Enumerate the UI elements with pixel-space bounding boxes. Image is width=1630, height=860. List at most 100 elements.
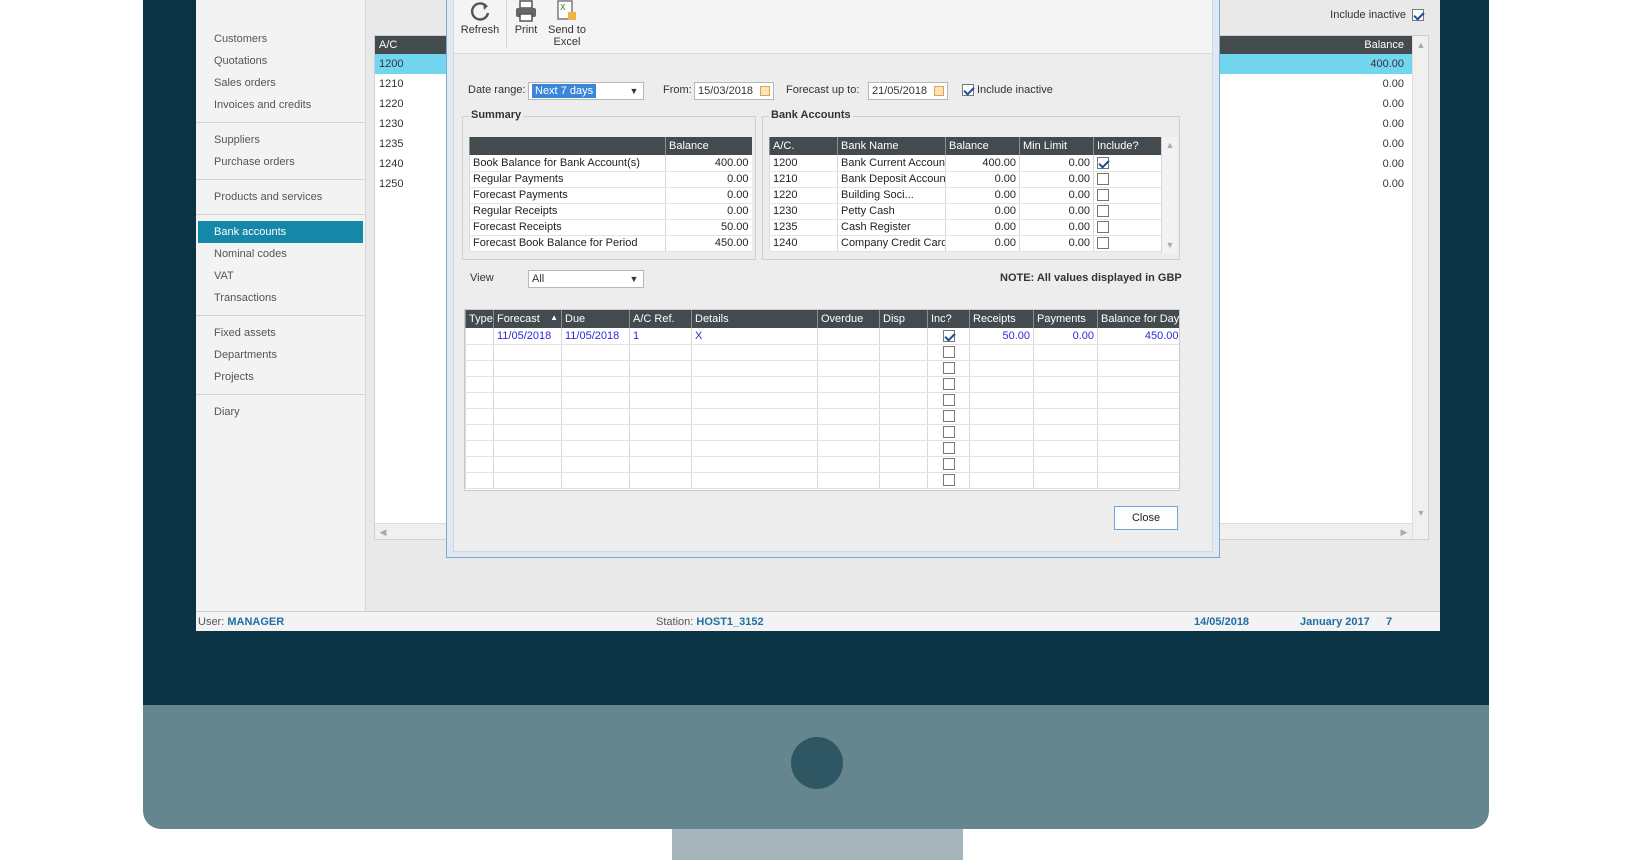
empty-cell[interactable]: [1033, 424, 1098, 441]
empty-cell[interactable]: [817, 360, 880, 377]
forecast-header-receipts[interactable]: Receipts: [969, 310, 1034, 328]
empty-cell[interactable]: [817, 424, 880, 441]
scroll-left-icon[interactable]: ◀: [375, 524, 391, 540]
empty-cell[interactable]: [465, 456, 494, 473]
forecast-header-due[interactable]: Due: [561, 310, 630, 328]
empty-cell[interactable]: [691, 392, 818, 409]
empty-cell[interactable]: [629, 360, 692, 377]
table-row[interactable]: 1200 Bank Current Account 400.00 0.00: [769, 155, 1162, 172]
empty-cell[interactable]: [1097, 440, 1179, 457]
inc-checkbox[interactable]: [942, 410, 955, 423]
empty-cell[interactable]: [817, 392, 880, 409]
forecast-date-input[interactable]: 21/05/2018: [868, 82, 948, 100]
include-checkbox[interactable]: [1097, 189, 1109, 202]
inc-checkbox[interactable]: [942, 474, 955, 487]
empty-cell[interactable]: [629, 424, 692, 441]
empty-cell[interactable]: [879, 376, 928, 393]
scroll-up-icon[interactable]: ▲: [1413, 37, 1429, 53]
include-checkbox[interactable]: [1097, 221, 1109, 234]
empty-cell[interactable]: [561, 360, 630, 377]
empty-cell[interactable]: [629, 456, 692, 473]
inc-checkbox[interactable]: [942, 346, 955, 359]
bank-header-ac[interactable]: A/C.: [769, 137, 838, 155]
empty-cell[interactable]: [1097, 472, 1179, 489]
empty-cell[interactable]: [817, 472, 880, 489]
forecast-cell-payments[interactable]: 0.00: [1033, 328, 1098, 345]
empty-cell[interactable]: [561, 392, 630, 409]
empty-cell[interactable]: [629, 392, 692, 409]
empty-cell[interactable]: [493, 376, 562, 393]
chevron-down-icon[interactable]: ▼: [627, 84, 641, 98]
empty-cell[interactable]: [969, 360, 1034, 377]
empty-cell[interactable]: [629, 440, 692, 457]
scroll-down-icon[interactable]: ▼: [1413, 505, 1429, 521]
empty-cell[interactable]: [879, 424, 928, 441]
forecast-cell-forecast[interactable]: 11/05/2018: [493, 328, 562, 345]
scroll-right-icon[interactable]: ▶: [1396, 524, 1412, 540]
empty-cell[interactable]: [969, 456, 1034, 473]
list-header-balance[interactable]: Balance: [1364, 36, 1404, 54]
dialog-include-inactive[interactable]: Include inactive: [962, 84, 1053, 96]
empty-cell[interactable]: [1033, 440, 1098, 457]
sidebar-item-diary[interactable]: Diary: [196, 401, 365, 423]
date-range-select[interactable]: Next 7 days ▼: [528, 82, 644, 100]
forecast-header-disp[interactable]: Disp: [879, 310, 928, 328]
empty-cell[interactable]: [879, 360, 928, 377]
empty-cell[interactable]: [969, 424, 1034, 441]
sidebar-item-fixed-assets[interactable]: Fixed assets: [196, 322, 365, 344]
table-row[interactable]: [465, 456, 1179, 473]
empty-cell[interactable]: [465, 360, 494, 377]
inc-checkbox[interactable]: [942, 378, 955, 391]
table-row[interactable]: [465, 360, 1179, 377]
scroll-down-icon[interactable]: ▼: [1162, 237, 1178, 253]
table-row[interactable]: [465, 440, 1179, 457]
view-select[interactable]: All ▼: [528, 270, 644, 288]
table-row[interactable]: [465, 472, 1179, 489]
sidebar-item-products[interactable]: Products and services: [196, 186, 365, 208]
empty-cell[interactable]: [561, 376, 630, 393]
include-checkbox[interactable]: [1097, 173, 1109, 186]
include-inactive-toggle[interactable]: Include inactive: [1330, 9, 1424, 21]
forecast-cell-disp[interactable]: [879, 328, 928, 345]
forecast-cell-due[interactable]: 11/05/2018: [561, 328, 630, 345]
chevron-down-icon[interactable]: ▼: [627, 272, 641, 286]
sidebar-item-departments[interactable]: Departments: [196, 344, 365, 366]
table-row[interactable]: [465, 408, 1179, 425]
sidebar-item-sales-orders[interactable]: Sales orders: [196, 72, 365, 94]
empty-cell[interactable]: [879, 392, 928, 409]
inc-checkbox[interactable]: [942, 394, 955, 407]
inc-checkbox[interactable]: [942, 442, 955, 455]
empty-cell[interactable]: [969, 440, 1034, 457]
sidebar-item-transactions[interactable]: Transactions: [196, 287, 365, 309]
forecast-header-balance-for-day[interactable]: Balance for Day: [1097, 310, 1179, 328]
sidebar-item-invoices[interactable]: Invoices and credits: [196, 94, 365, 116]
empty-cell[interactable]: [969, 472, 1034, 489]
empty-cell[interactable]: [1097, 344, 1179, 361]
list-vertical-scrollbar[interactable]: ▲ ▼: [1412, 36, 1428, 539]
dialog-include-inactive-checkbox[interactable]: [962, 84, 974, 96]
calendar-icon[interactable]: [934, 86, 944, 96]
table-row[interactable]: 11/05/2018 11/05/2018 1 X 50.00 0.00 450…: [465, 328, 1179, 345]
empty-cell[interactable]: [561, 408, 630, 425]
empty-cell[interactable]: [691, 408, 818, 425]
include-checkbox[interactable]: [1097, 205, 1109, 218]
forecast-header-payments[interactable]: Payments: [1033, 310, 1098, 328]
empty-cell[interactable]: [1033, 392, 1098, 409]
empty-cell[interactable]: [1033, 376, 1098, 393]
sidebar-item-vat[interactable]: VAT: [196, 265, 365, 287]
empty-cell[interactable]: [879, 344, 928, 361]
include-inactive-checkbox[interactable]: [1412, 9, 1424, 21]
empty-cell[interactable]: [465, 376, 494, 393]
table-row[interactable]: Regular Payments 0.00: [469, 171, 752, 188]
empty-cell[interactable]: [561, 344, 630, 361]
empty-cell[interactable]: [1097, 360, 1179, 377]
table-row[interactable]: Forecast Payments 0.00: [469, 187, 752, 204]
bank-accounts-scrollbar[interactable]: ▲ ▼: [1161, 137, 1177, 253]
empty-cell[interactable]: [691, 472, 818, 489]
empty-cell[interactable]: [817, 376, 880, 393]
inc-checkbox[interactable]: [942, 458, 955, 471]
empty-cell[interactable]: [493, 456, 562, 473]
empty-cell[interactable]: [465, 440, 494, 457]
sidebar-item-suppliers[interactable]: Suppliers: [196, 129, 365, 151]
empty-cell[interactable]: [493, 424, 562, 441]
